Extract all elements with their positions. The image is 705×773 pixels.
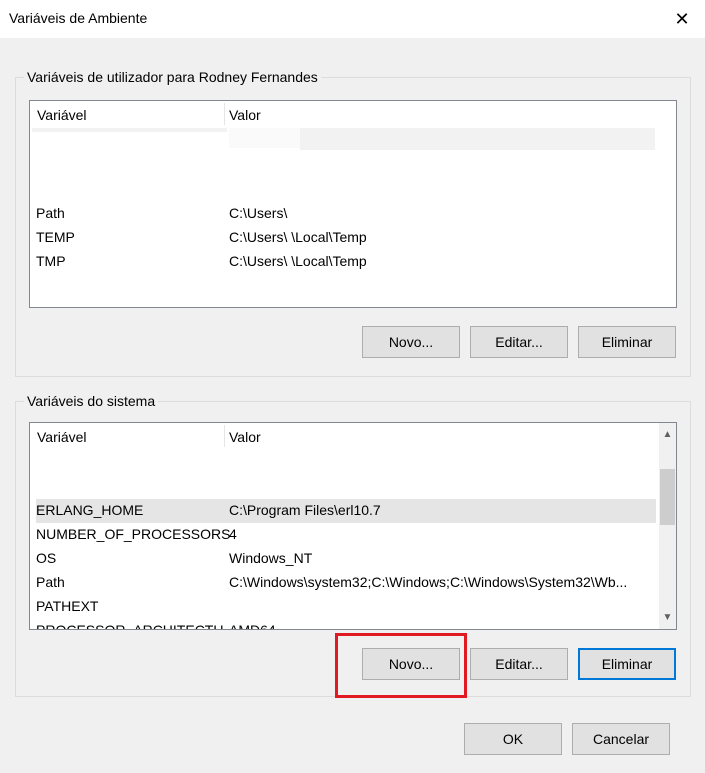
list-header: Variável Valor bbox=[30, 423, 676, 449]
user-new-button[interactable]: Novo... bbox=[362, 326, 460, 358]
close-icon[interactable]: ✕ bbox=[659, 0, 705, 38]
redacted-area bbox=[32, 128, 227, 132]
user-edit-button[interactable]: Editar... bbox=[470, 326, 568, 358]
column-separator[interactable] bbox=[224, 425, 225, 447]
list-header: Variável Valor bbox=[30, 101, 676, 127]
variable-name: PROCESSOR_ARCHITECTU... bbox=[36, 622, 236, 630]
variable-name: NUMBER_OF_PROCESSORS bbox=[36, 526, 231, 542]
table-row[interactable]: PROCESSOR_ARCHITECTU... AMD64 bbox=[36, 619, 656, 630]
system-delete-button[interactable]: Eliminar bbox=[578, 648, 676, 680]
system-edit-button[interactable]: Editar... bbox=[470, 648, 568, 680]
cancel-button[interactable]: Cancelar bbox=[572, 723, 670, 755]
variable-name: Path bbox=[36, 574, 65, 590]
system-variables-list[interactable]: Variável Valor ERLANG_HOME C:\Program Fi… bbox=[29, 422, 677, 630]
table-row[interactable]: TEMP C:\Users\ \Local\Temp bbox=[36, 226, 656, 250]
annotation-highlight-box bbox=[335, 633, 467, 698]
column-header-value[interactable]: Valor bbox=[229, 107, 261, 123]
column-header-value[interactable]: Valor bbox=[229, 429, 261, 445]
variable-value: C:\Users\ \Local\Temp bbox=[229, 253, 367, 269]
variable-name: Path bbox=[36, 205, 65, 221]
table-row[interactable]: OS Windows_NT bbox=[36, 547, 656, 571]
variable-value: Windows_NT bbox=[229, 550, 313, 566]
system-variables-label: Variáveis do sistema bbox=[24, 393, 159, 409]
variable-name: OS bbox=[36, 550, 57, 566]
scroll-down-icon[interactable]: ▼ bbox=[659, 609, 676, 626]
user-variables-label: Variáveis de utilizador para Rodney Fern… bbox=[24, 69, 321, 85]
column-separator[interactable] bbox=[224, 103, 225, 125]
scroll-up-icon[interactable]: ▲ bbox=[659, 426, 676, 443]
variable-value: C:\Program Files\erl10.7 bbox=[229, 502, 381, 518]
variable-name: TMP bbox=[36, 253, 66, 269]
vertical-scrollbar[interactable]: ▲ ▼ bbox=[659, 423, 676, 629]
user-delete-button[interactable]: Eliminar bbox=[578, 326, 676, 358]
table-row[interactable]: PATHEXT bbox=[36, 595, 656, 619]
scroll-thumb[interactable] bbox=[660, 469, 675, 525]
title-bar: Variáveis de Ambiente ✕ bbox=[0, 0, 705, 38]
window-title: Variáveis de Ambiente bbox=[9, 10, 148, 26]
column-header-variable[interactable]: Variável bbox=[37, 107, 87, 123]
variable-value: C:\Users\ \Local\Temp bbox=[229, 229, 367, 245]
table-row[interactable]: Path C:\Users\ bbox=[36, 202, 656, 226]
table-row[interactable]: ERLANG_HOME C:\Program Files\erl10.7 bbox=[36, 499, 656, 523]
variable-name: ERLANG_HOME bbox=[36, 502, 144, 518]
redacted-area bbox=[300, 128, 655, 150]
table-row[interactable]: TMP C:\Users\ \Local\Temp bbox=[36, 250, 656, 274]
column-header-variable[interactable]: Variável bbox=[37, 429, 87, 445]
variable-value: AMD64 bbox=[229, 622, 276, 630]
variable-value: 4 bbox=[229, 526, 237, 542]
ok-button[interactable]: OK bbox=[464, 723, 562, 755]
user-variables-list[interactable]: Variável Valor Path C:\Users\ TEMP C:\Us… bbox=[29, 100, 677, 308]
table-row[interactable]: Path C:\Windows\system32;C:\Windows;C:\W… bbox=[36, 571, 656, 595]
variable-name: TEMP bbox=[36, 229, 75, 245]
variable-value: C:\Users\ bbox=[229, 205, 288, 221]
table-row[interactable]: NUMBER_OF_PROCESSORS 4 bbox=[36, 523, 656, 547]
variable-name: PATHEXT bbox=[36, 598, 99, 614]
variable-value: C:\Windows\system32;C:\Windows;C:\Window… bbox=[229, 574, 628, 590]
